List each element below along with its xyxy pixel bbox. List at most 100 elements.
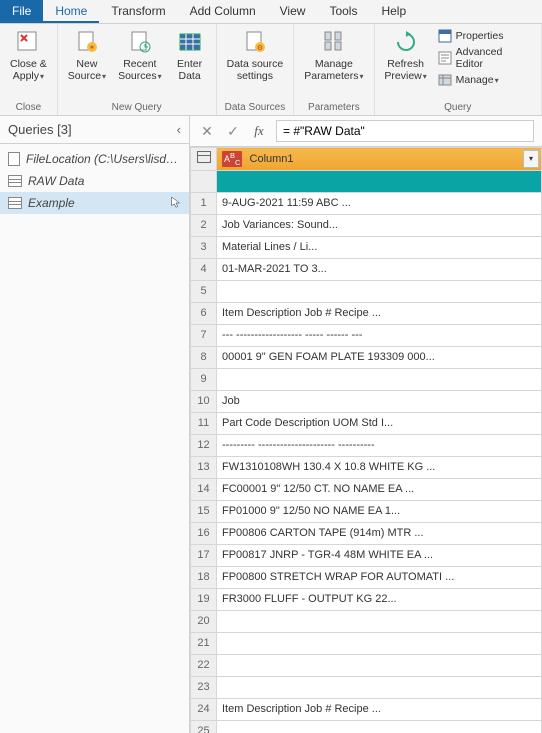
cell[interactable]: Part Code Description UOM Std I... (217, 412, 542, 434)
row-number[interactable]: 16 (191, 522, 217, 544)
table-row[interactable]: 9 (191, 368, 542, 390)
refresh-preview-button[interactable]: Refresh Preview (379, 26, 433, 85)
cell[interactable]: FW1310108WH 130.4 X 10.8 WHITE KG ... (217, 456, 542, 478)
table-row[interactable]: 2 Job Variances: Sound... (191, 214, 542, 236)
row-number[interactable]: 25 (191, 720, 217, 733)
row-number[interactable]: 10 (191, 390, 217, 412)
cell[interactable]: 01-MAR-2021 TO 3... (217, 258, 542, 280)
data-source-settings-button[interactable]: ⚙ Data source settings (221, 26, 290, 84)
column-dropdown-icon[interactable]: ▾ (523, 150, 539, 168)
table-row[interactable]: 23 (191, 676, 542, 698)
table-row[interactable]: 24Item Description Job # Recipe ... (191, 698, 542, 720)
row-number[interactable]: 23 (191, 676, 217, 698)
table-row[interactable]: 15 FP01000 9" 12/50 NO NAME EA 1... (191, 500, 542, 522)
menu-tools[interactable]: Tools (317, 0, 369, 23)
collapse-queries-icon[interactable]: ‹ (177, 122, 181, 137)
table-row[interactable]: 14 FC00001 9" 12/50 CT. NO NAME EA ... (191, 478, 542, 500)
cell[interactable]: 9-AUG-2021 11:59 ABC ... (217, 192, 542, 214)
row-number[interactable]: 11 (191, 412, 217, 434)
row-number[interactable]: 14 (191, 478, 217, 500)
manage-button[interactable]: Manage (435, 72, 535, 88)
row-number[interactable]: 8 (191, 346, 217, 368)
column-header-column1[interactable]: ABC Column1 ▾ (217, 148, 542, 171)
fx-icon[interactable]: fx (250, 122, 268, 140)
table-row[interactable]: 11 Part Code Description UOM Std I... (191, 412, 542, 434)
menu-transform[interactable]: Transform (99, 0, 177, 23)
close-apply-button[interactable]: Close & Apply (4, 26, 53, 85)
cell[interactable] (217, 676, 542, 698)
cell[interactable] (217, 632, 542, 654)
table-row[interactable]: 20 (191, 610, 542, 632)
table-row[interactable]: 3 Material Lines / Li... (191, 236, 542, 258)
row-number[interactable]: 2 (191, 214, 217, 236)
cell[interactable]: FP01000 9" 12/50 NO NAME EA 1... (217, 500, 542, 522)
row-number[interactable]: 13 (191, 456, 217, 478)
data-grid[interactable]: ABC Column1 ▾ 19-AUG-2021 11:59 ABC ...2 (190, 147, 542, 733)
table-row[interactable]: 19-AUG-2021 11:59 ABC ... (191, 192, 542, 214)
table-row[interactable]: 6Item Description Job # Recipe ... (191, 302, 542, 324)
table-row[interactable]: 19 FR3000 FLUFF - OUTPUT KG 22... (191, 588, 542, 610)
formula-input[interactable] (276, 120, 534, 142)
cell[interactable]: Job (217, 390, 542, 412)
cell[interactable]: Item Description Job # Recipe ... (217, 698, 542, 720)
properties-button[interactable]: Properties (435, 28, 535, 44)
manage-parameters-button[interactable]: Manage Parameters (298, 26, 369, 85)
cell[interactable] (217, 654, 542, 676)
row-number[interactable]: 12 (191, 434, 217, 456)
table-row[interactable]: 4 01-MAR-2021 TO 3... (191, 258, 542, 280)
table-row[interactable]: 12 --------- --------------------- -----… (191, 434, 542, 456)
row-number[interactable]: 3 (191, 236, 217, 258)
row-number[interactable]: 21 (191, 632, 217, 654)
advanced-editor-button[interactable]: Advanced Editor (435, 45, 535, 71)
enter-data-button[interactable]: Enter Data (168, 26, 212, 84)
table-row[interactable]: 800001 9" GEN FOAM PLATE 193309 000... (191, 346, 542, 368)
table-row[interactable]: 22 (191, 654, 542, 676)
table-row[interactable]: 18 FP00800 STRETCH WRAP FOR AUTOMATI ... (191, 566, 542, 588)
row-number[interactable]: 19 (191, 588, 217, 610)
menu-home[interactable]: Home (43, 0, 99, 23)
cell[interactable]: FP00817 JNRP - TGR-4 48M WHITE EA ... (217, 544, 542, 566)
row-number[interactable]: 6 (191, 302, 217, 324)
cell[interactable]: FP00806 CARTON TAPE (914m) MTR ... (217, 522, 542, 544)
table-row[interactable]: 21 (191, 632, 542, 654)
table-row[interactable]: 13 FW1310108WH 130.4 X 10.8 WHITE KG ... (191, 456, 542, 478)
cell[interactable]: FC00001 9" 12/50 CT. NO NAME EA ... (217, 478, 542, 500)
menu-file[interactable]: File (0, 0, 43, 23)
formula-cancel-icon[interactable]: ✕ (198, 122, 216, 140)
recent-sources-button[interactable]: Recent Sources (112, 26, 168, 85)
cell[interactable]: --------- --------------------- --------… (217, 434, 542, 456)
table-row[interactable]: 10 Job (191, 390, 542, 412)
new-source-button[interactable]: ✶ New Source (62, 26, 112, 85)
cell[interactable] (217, 610, 542, 632)
table-row[interactable]: 7--- ------------------ ----- ------ --- (191, 324, 542, 346)
row-number[interactable]: 20 (191, 610, 217, 632)
row-number[interactable]: 1 (191, 192, 217, 214)
cell[interactable]: Item Description Job # Recipe ... (217, 302, 542, 324)
cell[interactable] (217, 368, 542, 390)
table-corner[interactable] (191, 148, 217, 171)
table-row[interactable]: 17 FP00817 JNRP - TGR-4 48M WHITE EA ... (191, 544, 542, 566)
query-item-raw-data[interactable]: RAW Data (0, 170, 189, 192)
row-number[interactable]: 15 (191, 500, 217, 522)
menu-help[interactable]: Help (369, 0, 418, 23)
row-number[interactable]: 5 (191, 280, 217, 302)
query-item-example[interactable]: Example (0, 192, 189, 214)
row-number[interactable]: 9 (191, 368, 217, 390)
cell[interactable]: 00001 9" GEN FOAM PLATE 193309 000... (217, 346, 542, 368)
cell[interactable]: --- ------------------ ----- ------ --- (217, 324, 542, 346)
table-row[interactable]: 16 FP00806 CARTON TAPE (914m) MTR ... (191, 522, 542, 544)
menu-add-column[interactable]: Add Column (178, 0, 268, 23)
menu-view[interactable]: View (268, 0, 318, 23)
row-number[interactable]: 4 (191, 258, 217, 280)
row-number[interactable]: 7 (191, 324, 217, 346)
cell[interactable]: FP00800 STRETCH WRAP FOR AUTOMATI ... (217, 566, 542, 588)
cell[interactable]: Material Lines / Li... (217, 236, 542, 258)
cell[interactable]: FR3000 FLUFF - OUTPUT KG 22... (217, 588, 542, 610)
cell[interactable] (217, 720, 542, 733)
row-number[interactable]: 24 (191, 698, 217, 720)
formula-accept-icon[interactable]: ✓ (224, 122, 242, 140)
table-row[interactable]: 5 (191, 280, 542, 302)
cell[interactable]: Job Variances: Sound... (217, 214, 542, 236)
table-row[interactable]: 25 (191, 720, 542, 733)
cell[interactable] (217, 280, 542, 302)
